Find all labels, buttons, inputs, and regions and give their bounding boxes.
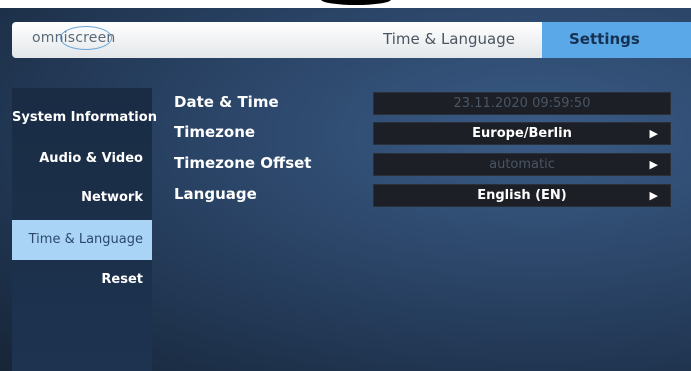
sidebar-item-audio-video[interactable]: Audio & Video bbox=[12, 139, 152, 179]
header-bar: omniscreen Time & Language Settings bbox=[12, 22, 691, 58]
date-time-field: 23.11.2020 09:59:50 bbox=[373, 92, 671, 115]
timezone-select[interactable]: Europe/Berlin ▶ bbox=[373, 122, 671, 145]
logo: omniscreen bbox=[32, 30, 116, 46]
date-time-value: 23.11.2020 09:59:50 bbox=[453, 96, 591, 111]
page-title: Time & Language bbox=[383, 30, 515, 48]
play-triangle-icon: ▶ bbox=[649, 189, 658, 202]
play-triangle-icon: ▶ bbox=[649, 158, 658, 171]
timezone-value: Europe/Berlin bbox=[472, 126, 572, 141]
sidebar-item-reset[interactable]: Reset bbox=[12, 260, 152, 300]
tab-settings-label: Settings bbox=[569, 30, 640, 48]
sidebar-item-time-language[interactable]: Time & Language bbox=[12, 220, 152, 260]
language-value: English (EN) bbox=[477, 188, 567, 203]
sidebar-item-system-information[interactable]: System Information bbox=[12, 98, 157, 138]
date-time-label: Date & Time bbox=[174, 93, 279, 111]
language-select[interactable]: English (EN) ▶ bbox=[373, 184, 671, 207]
tab-settings[interactable]: Settings bbox=[542, 22, 691, 58]
camera-notch bbox=[321, 0, 391, 5]
timezone-offset-value: automatic bbox=[489, 157, 555, 172]
timezone-label: Timezone bbox=[174, 123, 256, 141]
language-label: Language bbox=[174, 185, 257, 203]
timezone-offset-select[interactable]: automatic ▶ bbox=[373, 153, 671, 176]
sidebar: System Information Audio & Video Network… bbox=[12, 88, 157, 371]
play-triangle-icon: ▶ bbox=[649, 127, 658, 140]
settings-screen: omniscreen Time & Language Settings Syst… bbox=[0, 8, 691, 371]
timezone-offset-label: Timezone Offset bbox=[174, 154, 312, 172]
sidebar-item-network[interactable]: Network bbox=[12, 178, 152, 218]
